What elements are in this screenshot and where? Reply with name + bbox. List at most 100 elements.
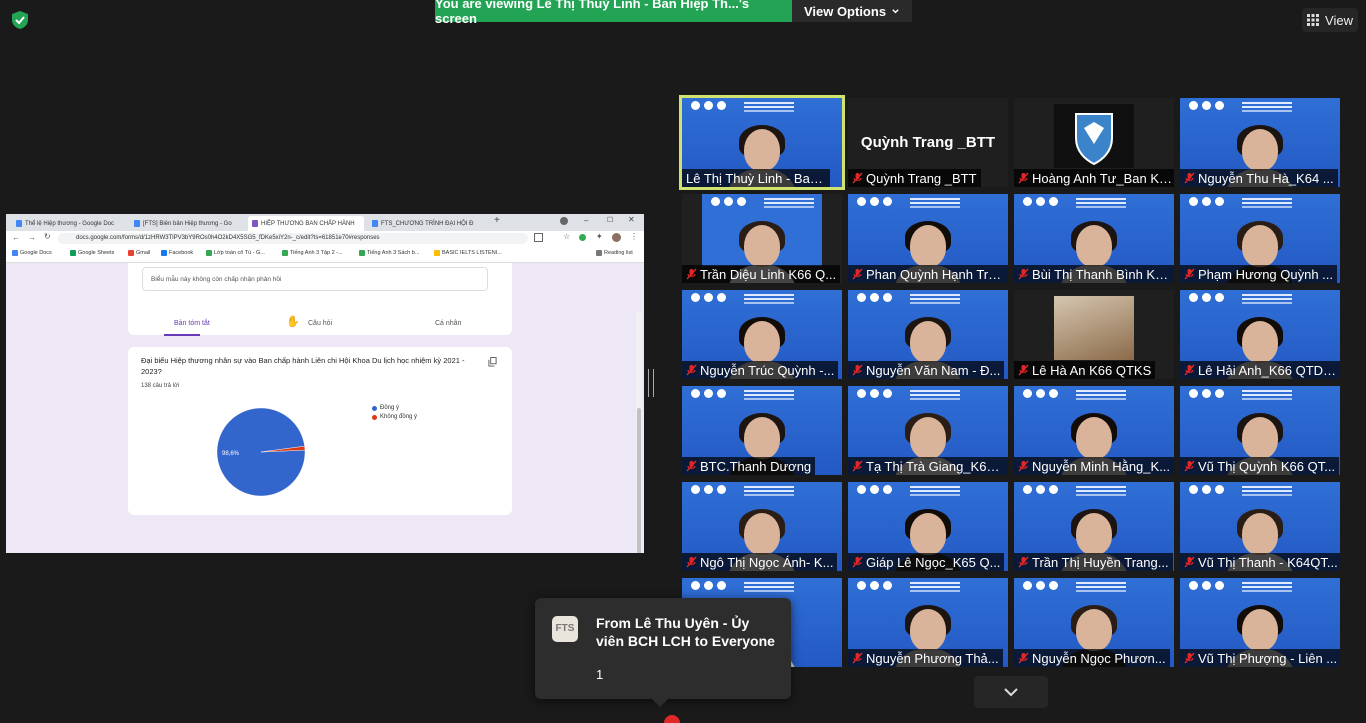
participant-tile[interactable]: Nguyễn Ngọc Phươn...	[1014, 578, 1174, 667]
bookmark-item[interactable]: Google Docs	[12, 250, 52, 256]
tab-summary[interactable]: Bản tóm tắt	[174, 320, 210, 327]
bookmark-item[interactable]: BASIC IELTS LISTENI...	[434, 250, 502, 256]
participant-name: Vũ Thị Quỳnh K66 QT...	[1198, 458, 1336, 474]
participant-name: Hoàng Anh Tư_Ban Ki...	[1032, 170, 1172, 186]
browser-tab[interactable]: [FTS] Biên bản Hiệp thương - Go	[130, 216, 246, 231]
avatar: FTS	[552, 616, 578, 642]
minimize-icon[interactable]: –	[584, 216, 588, 225]
logo-icon	[691, 581, 700, 590]
logo-icon	[1202, 197, 1211, 206]
puzzle-icon[interactable]: ✦	[596, 232, 603, 241]
active-speaker-tile[interactable]: Lê Thị Thuỳ Linh - Ban Hi...	[679, 95, 845, 190]
close-icon[interactable]: ✕	[628, 215, 635, 224]
bookmark-item[interactable]: Tiếng Anh 3 Sách b...	[359, 250, 419, 256]
menu-icon[interactable]: ⋮	[630, 232, 638, 241]
docs-icon	[134, 220, 140, 227]
participant-tile[interactable]: Nguyễn Thu Hà_K64 ...	[1180, 98, 1340, 187]
participant-name-bar: Nguyễn Minh Hằng_K...	[1014, 457, 1174, 475]
participant-tile[interactable]: Phan Quỳnh Hạnh Tra...	[848, 194, 1008, 283]
participant-tile[interactable]: Tạ Thị Trà Giang_K65 ...	[848, 386, 1008, 475]
bookmark-label: Lớp toán cô Tú - G...	[214, 250, 265, 256]
participant-tile[interactable]: Hoàng Anh Tư_Ban Ki...	[1014, 98, 1174, 187]
bookmarks-bar: Google Docs Google Sheets Gmail Facebook…	[6, 247, 644, 263]
tab-search-icon[interactable]	[560, 217, 568, 225]
viewing-screen-banner: You are viewing Lê Thị Thuỳ Linh - Ban H…	[435, 0, 792, 26]
participant-tile[interactable]: Bùi Thị Thanh Bình K6...	[1014, 194, 1174, 283]
reading-list-button[interactable]: Reading list	[596, 250, 633, 256]
face-shape	[910, 609, 946, 651]
new-tab-icon[interactable]: +	[494, 215, 500, 226]
participant-name: Quỳnh Trang _BTT	[866, 170, 977, 186]
participant-tile[interactable]: BTC.Thanh Dương	[682, 386, 842, 475]
participant-tile[interactable]: Nguyễn Minh Hằng_K...	[1014, 386, 1174, 475]
browser-tab[interactable]: Thể lệ Hiệp thương - Google Doc	[12, 216, 128, 231]
view-button[interactable]: View	[1302, 8, 1358, 32]
tab-question[interactable]: Câu hỏi	[308, 320, 332, 327]
tab-label: Thể lệ Hiệp thương - Google Doc	[25, 220, 114, 227]
background-banner	[682, 482, 842, 498]
chat-notification[interactable]: FTS From Lê Thu Uyên - Ủy viên BCH LCH t…	[535, 598, 791, 699]
bookmark-item[interactable]: Facebook	[161, 250, 193, 256]
participant-tile[interactable]: Vũ Thị Phượng - Liên ...	[1180, 578, 1340, 667]
participant-tile[interactable]: Vũ Thị Thanh - K64QT...	[1180, 482, 1340, 571]
participant-tile[interactable]: Nguyễn Văn Nam - Đ...	[848, 290, 1008, 379]
bookmark-item[interactable]: Tiếng Anh 3 Tập 2 -...	[282, 250, 343, 256]
face-shape	[910, 513, 946, 555]
participant-tile[interactable]: Vũ Thị Quỳnh K66 QT...	[1180, 386, 1340, 475]
background-banner	[1180, 386, 1340, 402]
participant-name-bar: Lê Hải Anh_K66 QTDV...	[1180, 361, 1340, 379]
participant-name-bar: Trần Diệu Linh K66 Q...	[682, 265, 841, 283]
participant-tile[interactable]: Ngô Thị Ngọc Ánh- K...	[682, 482, 842, 571]
participant-tile[interactable]: Lê Hải Anh_K66 QTDV...	[1180, 290, 1340, 379]
form-header-card: Biểu mẫu này không còn chấp nhận phản hồ…	[128, 263, 512, 336]
maximize-icon[interactable]: ☐	[607, 216, 613, 224]
star-icon[interactable]: ☆	[563, 232, 570, 241]
legend-dot	[372, 405, 377, 411]
logo-icon	[1023, 389, 1032, 398]
bookmark-item[interactable]: Gmail	[128, 250, 150, 256]
participant-name: Lê Thị Thuỳ Linh - Ban Hi...	[686, 170, 826, 186]
participant-tile[interactable]: Trần Diệu Linh K66 Q...	[682, 194, 842, 283]
browser-tab[interactable]: FTS_CHƯƠNG TRÌNH ĐẠI HỘI Đ	[368, 216, 484, 231]
reload-icon[interactable]: ↻	[44, 232, 51, 241]
browser-tab-active[interactable]: HIỆP THƯƠNG BAN CHẤP HÀNH	[248, 216, 364, 231]
participant-name: Nguyễn Phương Thả...	[866, 650, 999, 666]
tab-individual[interactable]: Cá nhân	[435, 320, 461, 327]
participant-tile[interactable]: Lê Hà An K66 QTKS	[1014, 290, 1174, 379]
scrollbar-thumb[interactable]	[637, 408, 641, 553]
view-label: View	[1325, 12, 1353, 28]
participant-name-bar: Giáp Lê Ngọc_K65 Q...	[848, 553, 1005, 571]
participant-tile[interactable]: Quỳnh Trang _BTT Quỳnh Trang _BTT	[848, 98, 1008, 187]
logo-icon	[857, 197, 866, 206]
forward-icon[interactable]: →	[28, 233, 36, 242]
participant-tile[interactable]: Nguyễn Trúc Quỳnh -...	[682, 290, 842, 379]
participant-tile[interactable]: Giáp Lê Ngọc_K65 Q...	[848, 482, 1008, 571]
logo-icon	[870, 581, 879, 590]
participant-tile[interactable]: Trần Thị Huyền Trang...	[1014, 482, 1174, 571]
participant-tile[interactable]: Phạm Hương Quỳnh ...	[1180, 194, 1340, 283]
extension-icon[interactable]	[579, 234, 586, 241]
install-icon[interactable]	[534, 233, 543, 242]
background-banner	[682, 578, 842, 594]
participant-tile[interactable]: Nguyễn Phương Thả...	[848, 578, 1008, 667]
logo-icon	[1189, 485, 1198, 494]
avatar[interactable]	[612, 233, 621, 242]
bookmark-item[interactable]: Google Sheets	[70, 250, 114, 256]
banner-text-graphic	[910, 390, 960, 392]
participant-display-name: Quỳnh Trang _BTT	[860, 134, 996, 151]
logo-icon	[1215, 581, 1224, 590]
back-icon[interactable]: ←	[12, 233, 20, 242]
pie-data-label: 98,6%	[222, 451, 240, 457]
logo-icon	[704, 581, 713, 590]
bookmark-label: BASIC IELTS LISTENI...	[442, 250, 502, 256]
split-drag-handle[interactable]	[648, 369, 654, 397]
view-options-button[interactable]: View Options	[792, 0, 912, 22]
background-banner	[848, 194, 1008, 210]
copy-icon[interactable]	[488, 357, 497, 367]
shield-icon[interactable]	[10, 10, 30, 30]
banner-text-graphic	[1076, 582, 1126, 584]
logo-icon	[704, 389, 713, 398]
url-field[interactable]: docs.google.com/forms/d/1zHRW3TlPV3bY9RO…	[58, 233, 528, 244]
bookmark-item[interactable]: Lớp toán cô Tú - G...	[206, 250, 265, 256]
gallery-next-page-button[interactable]	[974, 676, 1048, 708]
